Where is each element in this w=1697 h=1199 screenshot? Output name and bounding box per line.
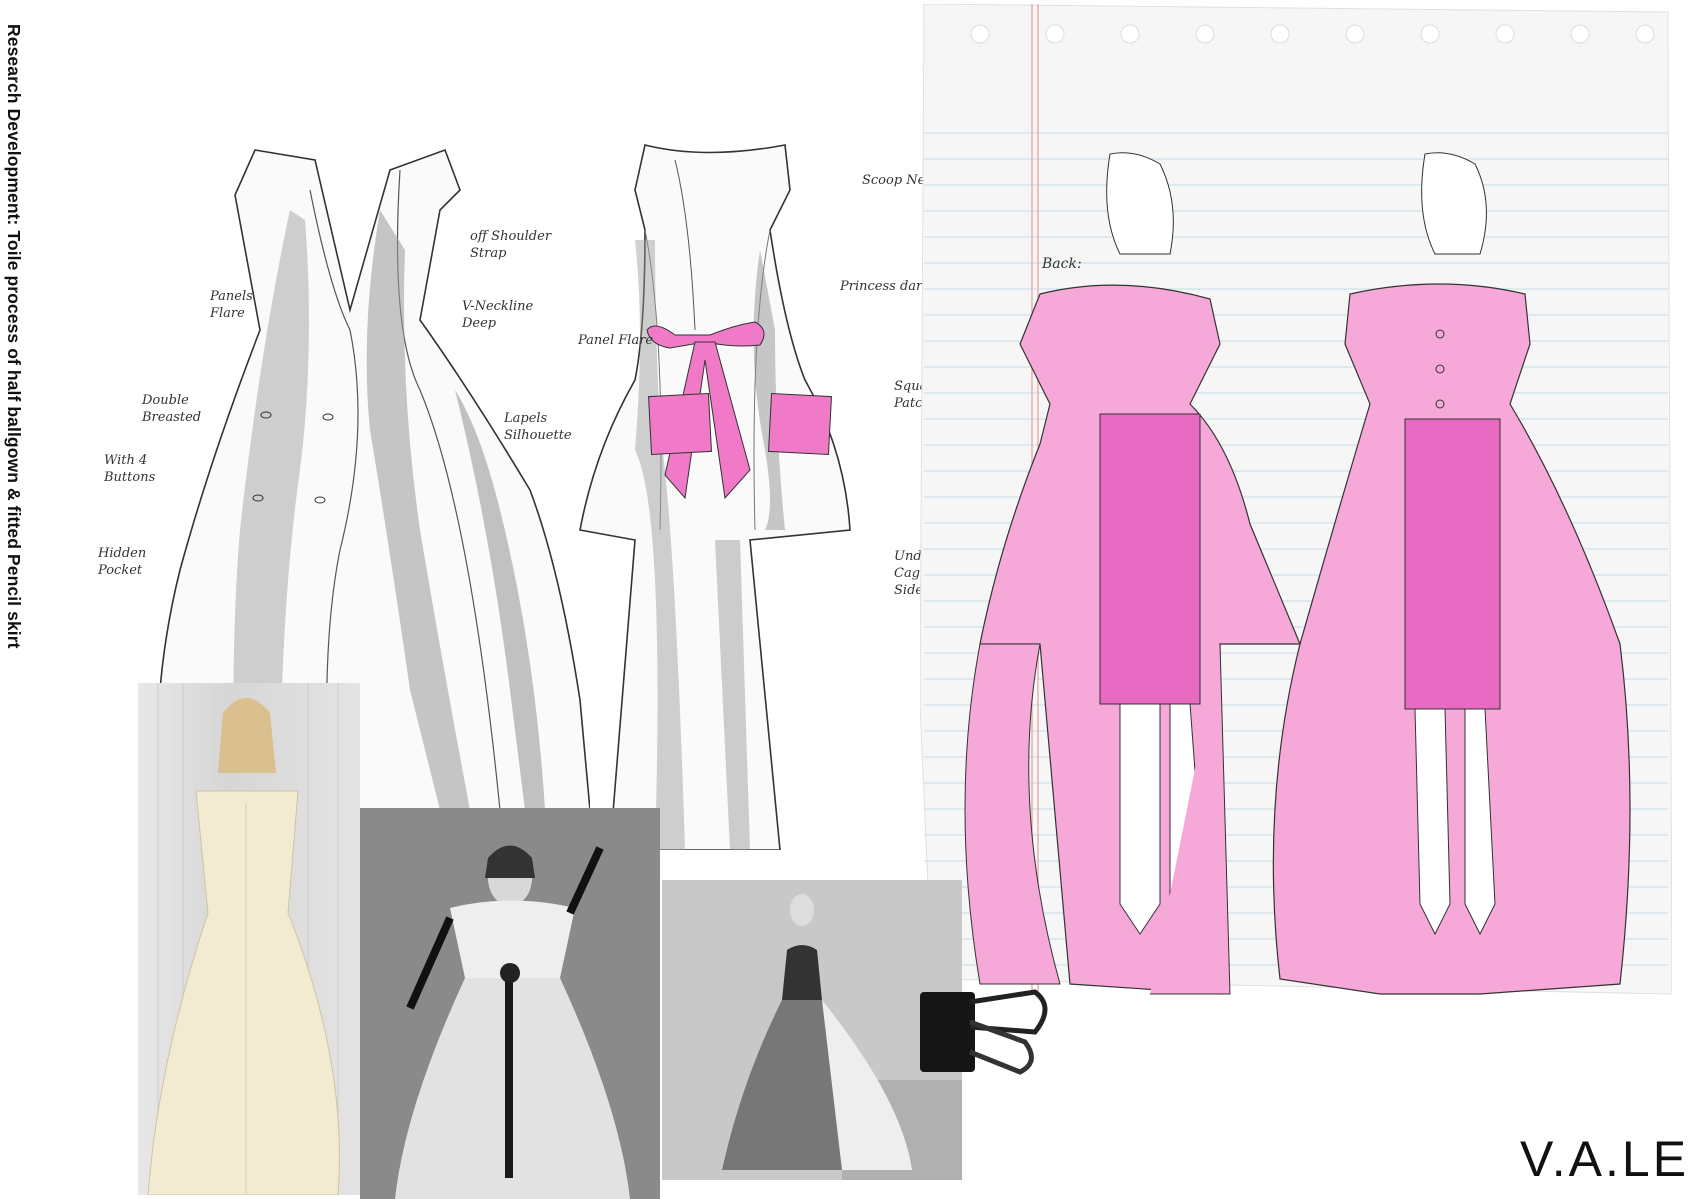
photo-model-cream-toile (138, 683, 360, 1195)
page-title: Research Development: Toile process of h… (4, 24, 32, 764)
annotation-four-buttons: With 4 Buttons (104, 453, 156, 485)
back-gown-sketch (579, 144, 851, 850)
annotation-panel-flare: Panel Flare (578, 333, 654, 348)
annotation-lapels: Lapels Silhouette (504, 411, 572, 443)
annotation-off-shoulder: off Shoulder Strap (470, 229, 552, 261)
page-title-text: Research Development: Toile process of h… (4, 24, 24, 649)
brand-logo: V.A.LE (1520, 1131, 1690, 1187)
annotation-v-neckline: V-Neckline Deep (462, 299, 534, 331)
notebook-page-illustration (920, 4, 1672, 995)
photo-vintage-ballgown-art (360, 808, 660, 1199)
notebook-back-label: Back: (1042, 256, 1082, 272)
annotation-panels-flare: Panels Flare (210, 289, 253, 321)
photo-model-cream-toile-art (147, 683, 340, 1195)
notebook-page: Back: (920, 4, 1672, 1004)
annotation-double-breasted: Double Breasted (142, 393, 202, 425)
annotation-hidden-pocket: Hidden Pocket (98, 546, 147, 578)
binder-clip-icon (915, 972, 1055, 1082)
binder-clip-icon-art (920, 989, 1048, 1075)
photo-vintage-ballgown (360, 808, 660, 1199)
